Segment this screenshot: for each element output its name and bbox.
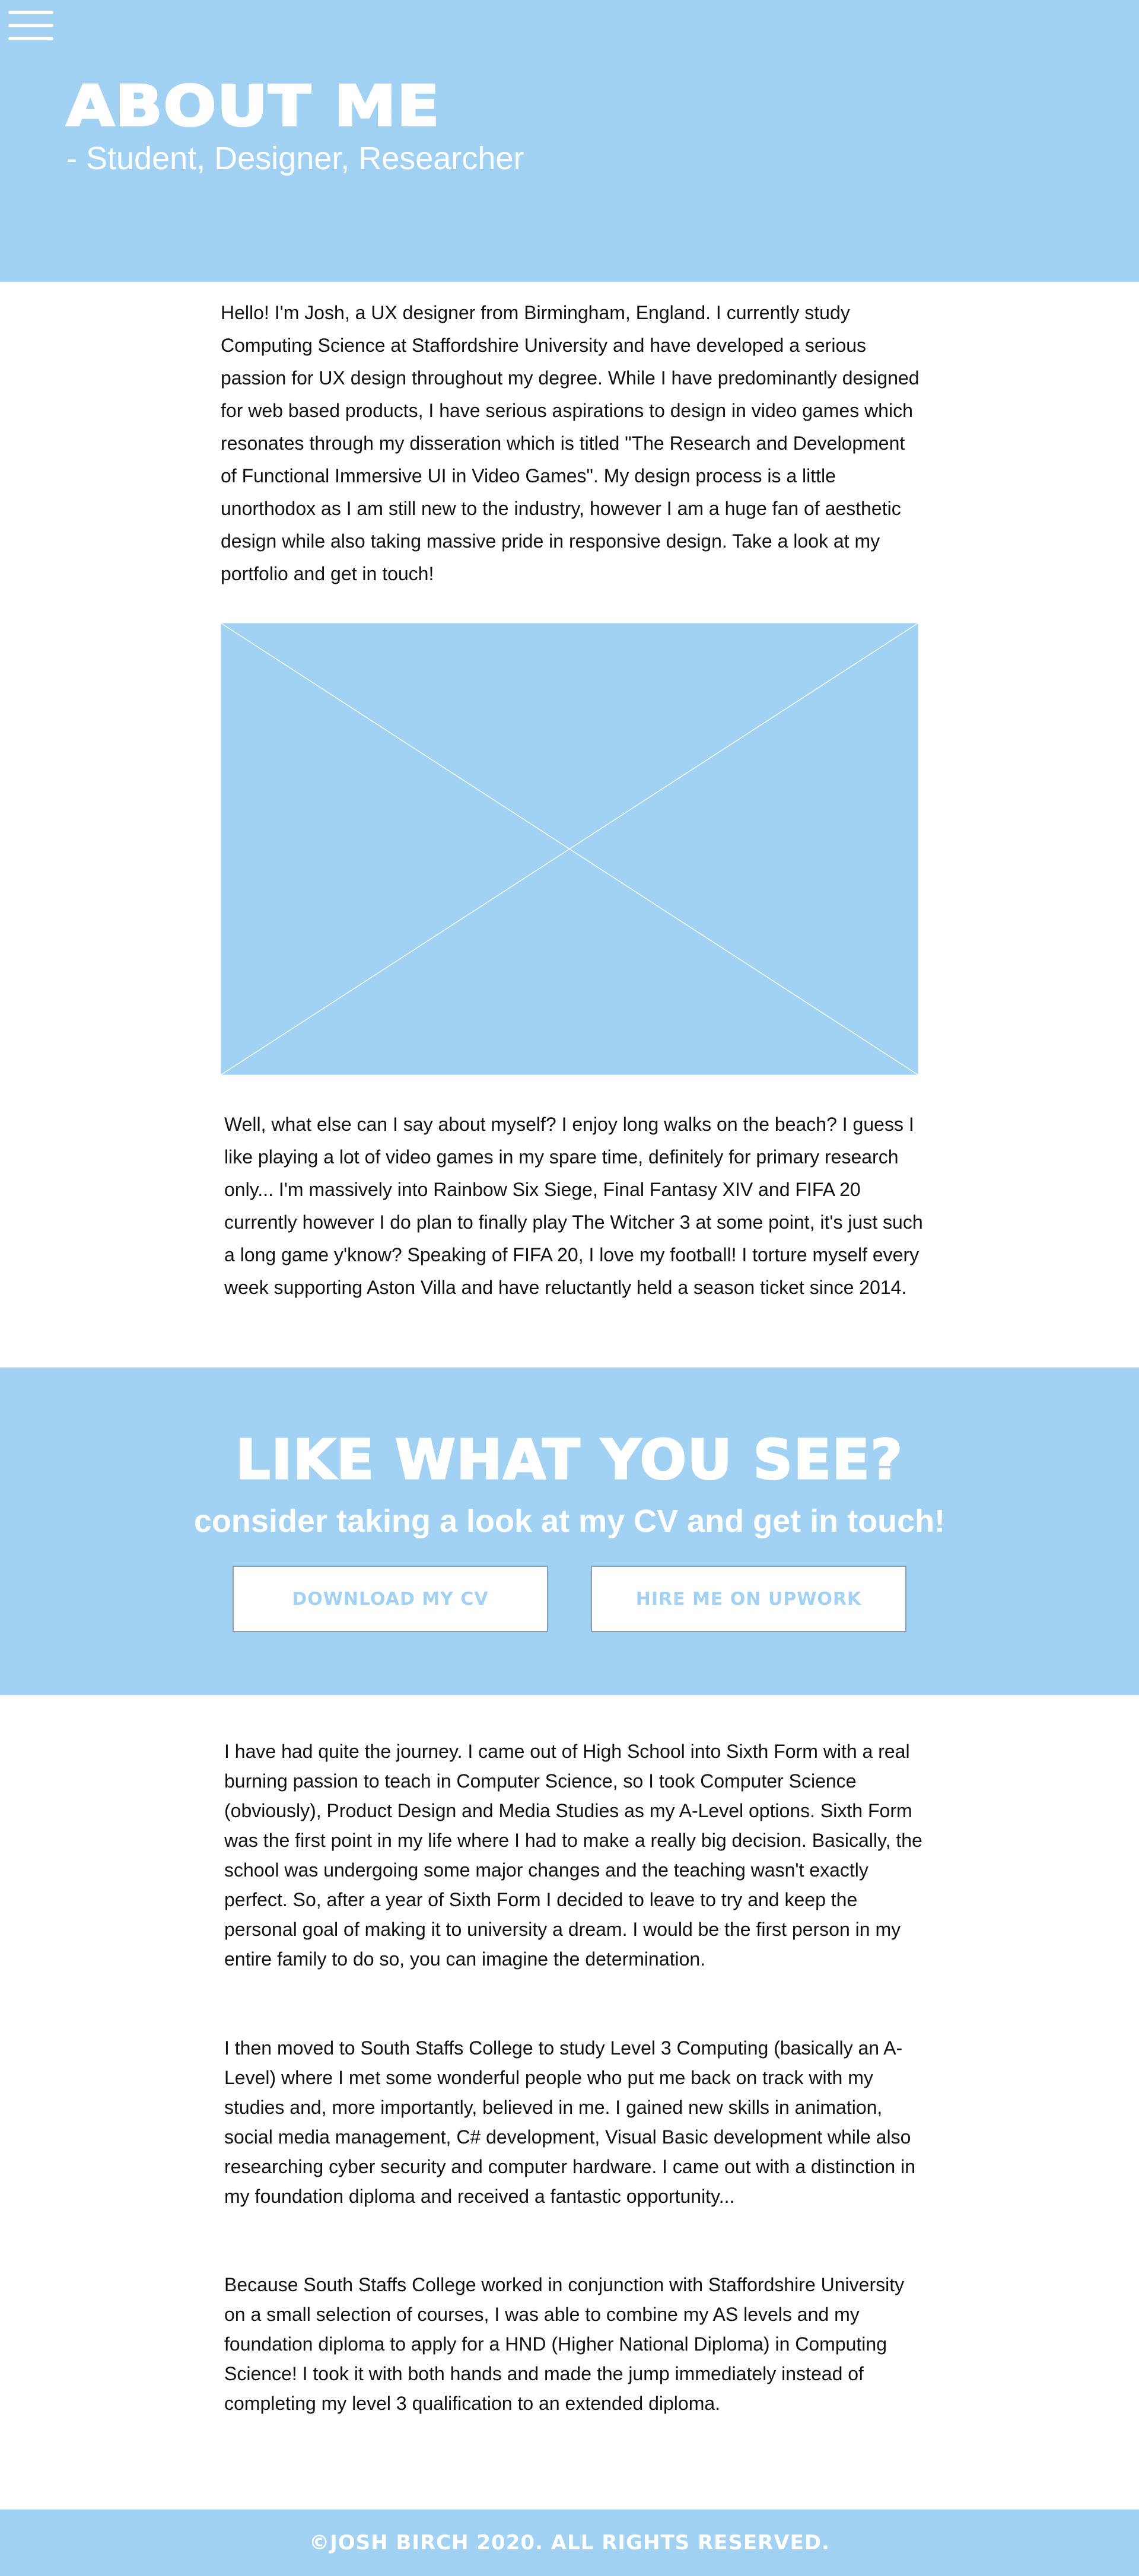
about-more-paragraph: Well, what else can I say about myself? … [224,1114,923,1298]
intro-paragraph: Hello! I'm Josh, a UX designer from Birm… [221,302,920,584]
journey-paragraph: I have had quite the journey. I came out… [224,1741,922,1970]
menu-icon-bar [8,37,53,40]
cta-subtitle: consider taking a look at my CV and get … [193,1503,946,1539]
site-footer: ©JOSH BIRCH 2020. ALL RIGHTS RESERVED. [0,2510,1139,2576]
placeholder-cross [221,623,918,1075]
journey-paragraph: I then moved to South Staffs College to … [224,2037,915,2207]
page-subtitle: - Student, Designer, Researcher [66,141,524,176]
hamburger-menu-icon[interactable] [8,8,53,43]
download-cv-button[interactable]: DOWNLOAD MY CV [233,1566,548,1632]
cta-title: LIKE WHAT YOU SEE? [235,1428,903,1491]
copyright-text: ©JOSH BIRCH 2020. ALL RIGHTS RESERVED. [309,2531,830,2555]
page-title: ABOUT ME [65,73,441,139]
menu-icon-bar [8,11,53,14]
hero-banner: ABOUT ME - Student, Designer, Researcher [0,0,1139,282]
cta-section: LIKE WHAT YOU SEE? consider taking a loo… [0,1367,1139,1695]
hire-upwork-button[interactable]: HIRE ME ON UPWORK [591,1566,906,1632]
image-placeholder-icon [221,623,918,1075]
menu-icon-bar [8,24,53,27]
journey-paragraph: Because South Staffs College worked in c… [224,2274,905,2414]
